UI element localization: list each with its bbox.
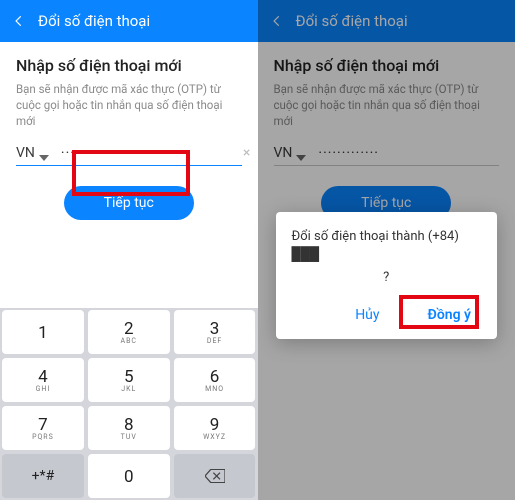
- key-4[interactable]: 4GHI: [2, 358, 84, 402]
- header-title: Đổi số điện thoại: [38, 12, 150, 30]
- cancel-button[interactable]: Hủy: [345, 301, 389, 329]
- clear-icon[interactable]: ×: [239, 145, 254, 161]
- key-1[interactable]: 1: [2, 310, 84, 354]
- country-code[interactable]: VN: [16, 145, 35, 161]
- phone-input-row: VN ×: [16, 145, 242, 166]
- key-3[interactable]: 3DEF: [174, 310, 256, 354]
- screen-confirm-modal: Đổi số điện thoại Nhập số điện thoại mới…: [258, 0, 515, 500]
- key-backspace[interactable]: [174, 454, 256, 498]
- dialog-question: ?: [292, 270, 482, 285]
- confirm-dialog: Đổi số điện thoại thành (+84) ███ ? Hủy …: [276, 212, 498, 339]
- dialog-text: Đổi số điện thoại thành (+84) ███: [292, 228, 482, 264]
- continue-button[interactable]: Tiếp tục: [64, 186, 194, 220]
- chevron-down-icon[interactable]: [39, 148, 49, 158]
- key-0[interactable]: 0: [88, 454, 170, 498]
- numeric-keypad: 12ABC3DEF 4GHI5JKL6MNO 7PQRS8TUV9WXYZ +*…: [0, 308, 258, 500]
- back-icon[interactable]: [10, 12, 28, 30]
- page-title: Nhập số điện thoại mới: [16, 56, 242, 75]
- key-5[interactable]: 5JKL: [88, 358, 170, 402]
- key-6[interactable]: 6MNO: [174, 358, 256, 402]
- key-symbols[interactable]: +*#: [2, 454, 84, 498]
- key-8[interactable]: 8TUV: [88, 406, 170, 450]
- key-9[interactable]: 9WXYZ: [174, 406, 256, 450]
- key-7[interactable]: 7PQRS: [2, 406, 84, 450]
- page-subtitle: Bạn sẽ nhận được mã xác thực (OTP) từ cu…: [16, 81, 242, 129]
- ok-button[interactable]: Đồng ý: [418, 301, 481, 329]
- phone-input[interactable]: [61, 145, 239, 161]
- key-2[interactable]: 2ABC: [88, 310, 170, 354]
- app-header: Đổi số điện thoại: [0, 0, 258, 42]
- screen-enter-phone: Đổi số điện thoại Nhập số điện thoại mới…: [0, 0, 258, 500]
